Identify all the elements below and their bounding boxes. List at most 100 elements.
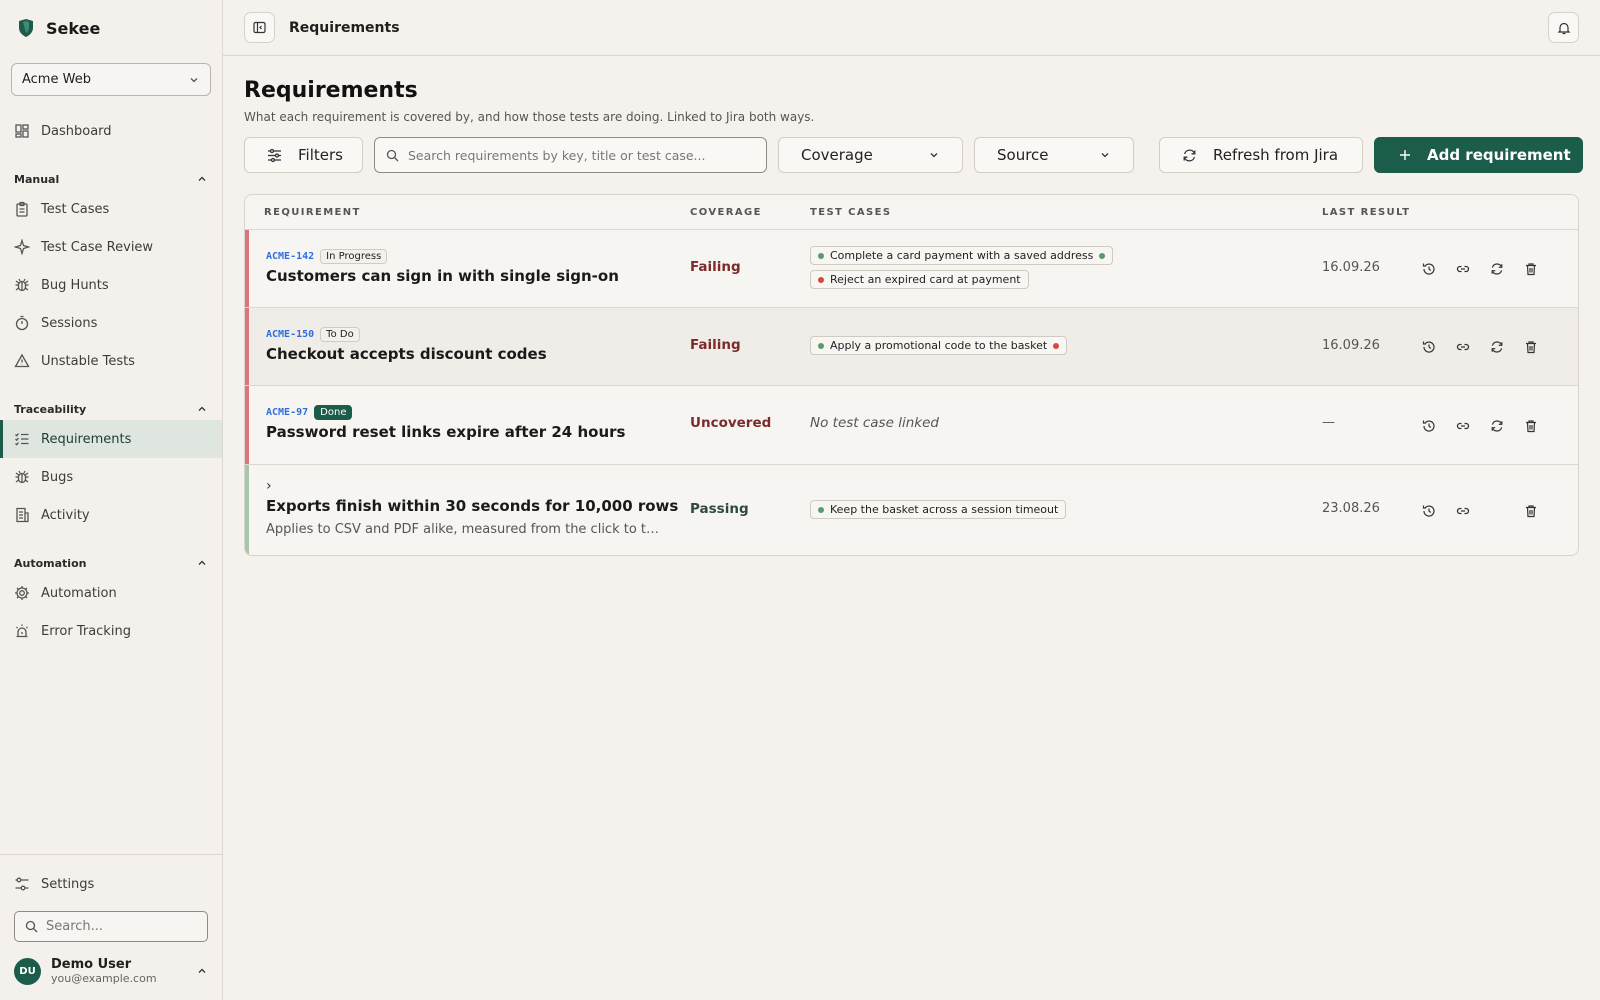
list-check-icon [14,431,30,447]
bug-icon [14,277,30,293]
trash-icon[interactable] [1514,501,1548,521]
passing-dot [1099,252,1106,259]
table-row[interactable]: ACME-150 To Do Checkout accepts discount… [245,308,1578,386]
failing-dot [818,276,824,283]
row-actions [1412,416,1548,436]
trash-icon[interactable] [1514,259,1548,279]
requirement-title[interactable]: Exports finish within 30 seconds for 10,… [266,497,678,515]
requirement-title[interactable]: Password reset links expire after 24 hou… [266,423,625,441]
last-result: 16.09.26 [1322,260,1380,275]
sidebar-item-bugs[interactable]: Bugs [0,458,222,496]
history-icon[interactable] [1412,416,1446,436]
notifications-button[interactable] [1548,12,1579,43]
sidebar-item-dashboard[interactable]: Dashboard [0,112,222,150]
sidebar-item-label: Test Case Review [41,239,154,255]
filters-button[interactable]: Filters [244,137,363,173]
sidebar-item-label: Error Tracking [41,623,131,639]
brand-name: Sekee [46,18,101,38]
column-header-requirement: REQUIREMENT [264,207,361,218]
sliders-icon [14,876,30,892]
sidebar: Sekee Acme Web Dashboard Manual Test Cas… [0,0,223,1000]
table-row[interactable]: ACME-97 Done Password reset links expire… [245,386,1578,465]
link-icon[interactable] [1446,259,1480,279]
link-icon[interactable] [1446,337,1480,357]
toolbar: Filters Search requirements by key, titl… [244,137,1583,173]
coverage-status-bar [245,465,249,555]
sidebar-item-label: Bugs [41,469,74,485]
requirement-key-link[interactable]: ACME-142 [266,251,314,262]
history-icon[interactable] [1412,501,1446,521]
source-dropdown[interactable]: Source [974,137,1134,173]
project-select[interactable]: Acme Web [11,63,211,96]
search-placeholder: Search requirements by key, title or tes… [408,147,706,163]
trash-icon[interactable] [1514,337,1548,357]
sparkle-icon [14,239,30,255]
test-case-chip[interactable]: Keep the basket across a session timeout [810,500,1067,519]
link-icon[interactable] [1446,416,1480,436]
refresh-icon[interactable] [1480,259,1514,279]
refresh-icon[interactable] [1480,416,1514,436]
refresh-icon[interactable] [1480,337,1514,357]
bug-icon [14,469,30,485]
requirement-title[interactable]: Checkout accepts discount codes [266,345,547,363]
sidebar-item-label: Settings [41,876,95,892]
toggle-sidebar-button[interactable] [244,12,275,43]
search-icon [386,149,399,162]
sidebar-item-test-case-review[interactable]: Test Case Review [0,228,222,266]
test-case-chip[interactable]: Apply a promotional code to the basket [810,336,1068,355]
sidebar-item-activity[interactable]: Activity [0,496,222,534]
empty-action-slot [1480,501,1514,521]
search-input[interactable]: Search requirements by key, title or tes… [374,137,767,173]
requirements-table: REQUIREMENT COVERAGE TEST CASES LAST RES… [244,194,1579,556]
sidebar-item-requirements[interactable]: Requirements [0,420,222,458]
test-case-chip[interactable]: Reject an expired card at payment [810,270,1029,289]
passing-dot [818,342,824,349]
dashboard-icon [14,123,30,139]
sidebar-item-sessions[interactable]: Sessions [0,304,222,342]
sidebar-item-automation[interactable]: Automation [0,574,222,612]
trash-icon[interactable] [1514,416,1548,436]
timer-icon [14,315,30,331]
test-case-chip[interactable]: Complete a card payment with a saved add… [810,246,1114,265]
receipt-icon [14,507,30,523]
coverage-status-bar [245,308,249,385]
requirement-key-link[interactable]: ACME-150 [266,329,314,340]
requirement-key-link[interactable]: ACME-97 [266,407,308,418]
table-row[interactable]: › Exports finish within 30 seconds for 1… [245,465,1578,555]
table-row[interactable]: ACME-142 In Progress Customers can sign … [245,230,1578,308]
sidebar-item-bug-hunts[interactable]: Bug Hunts [0,266,222,304]
sidebar-item-error-tracking[interactable]: Error Tracking [0,612,222,650]
sidebar-search-input[interactable]: Search... [14,911,208,942]
sidebar-item-unstable-tests[interactable]: Unstable Tests [0,342,222,380]
sidebar-item-label: Dashboard [41,123,112,139]
user-menu[interactable]: DU Demo User you@example.com [0,942,222,1000]
section-title: Manual [14,172,60,186]
sidebar-footer: Settings Search... DU Demo User you@exam… [0,854,222,1000]
top-bar: Requirements [223,0,1600,56]
section-manual[interactable]: Manual [0,168,222,190]
history-icon[interactable] [1412,337,1446,357]
refresh-label: Refresh from Jira [1213,146,1339,164]
history-icon[interactable] [1412,259,1446,279]
sidebar-item-settings[interactable]: Settings [0,865,222,903]
page-title: Requirements [244,78,418,103]
section-traceability[interactable]: Traceability [0,398,222,420]
refresh-from-jira-button[interactable]: Refresh from Jira [1159,137,1363,173]
add-requirement-button[interactable]: Add requirement [1374,137,1583,173]
sidebar-item-test-cases[interactable]: Test Cases [0,190,222,228]
sidebar-item-label: Activity [41,507,90,523]
sidebar-item-label: Automation [41,585,117,601]
link-icon[interactable] [1446,501,1480,521]
gear-icon [14,585,30,601]
section-title: Traceability [14,402,87,416]
coverage-dropdown[interactable]: Coverage [778,137,963,173]
coverage-status-bar [245,386,249,464]
refresh-icon [1182,148,1197,163]
expand-chevron-icon[interactable]: › [266,478,272,494]
section-automation[interactable]: Automation [0,552,222,574]
row-actions [1412,337,1548,357]
requirement-title[interactable]: Customers can sign in with single sign-o… [266,267,619,285]
brand[interactable]: Sekee [0,0,222,56]
chevron-up-icon [196,965,208,977]
project-select-value: Acme Web [22,72,91,87]
